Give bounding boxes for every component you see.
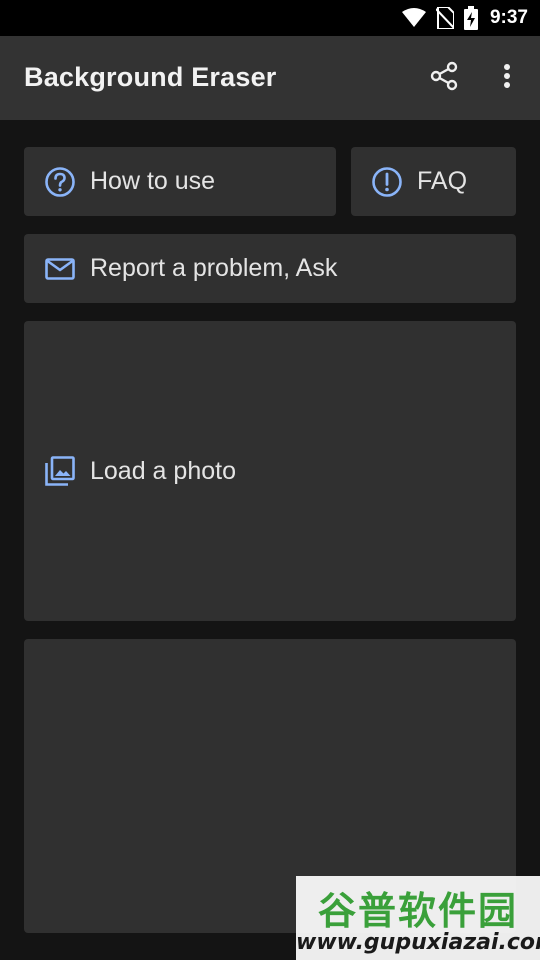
battery-charging-icon (463, 6, 478, 30)
share-icon (429, 61, 459, 96)
mail-icon (44, 253, 76, 285)
photo-library-icon (44, 455, 76, 487)
load-photo-button[interactable]: Load a photo (24, 321, 516, 621)
report-problem-label: Report a problem, Ask (90, 254, 338, 282)
watermark-url: www.gupuxiazai.com (296, 930, 540, 955)
help-circle-icon (44, 166, 76, 198)
faq-button[interactable]: FAQ (351, 147, 516, 216)
how-to-use-label: How to use (90, 167, 216, 195)
share-button[interactable] (426, 60, 462, 96)
load-photo-label: Load a photo (90, 456, 236, 485)
no-sim-icon (435, 7, 454, 29)
report-problem-button[interactable]: Report a problem, Ask (24, 234, 516, 303)
status-time: 9:37 (489, 7, 528, 28)
status-bar: 9:37 (0, 0, 540, 36)
watermark: 谷普软件园 www.gupuxiazai.com (296, 876, 540, 960)
wifi-icon (401, 8, 426, 28)
more-options-button[interactable] (490, 60, 524, 96)
watermark-title: 谷普软件园 (317, 889, 518, 933)
more-vert-icon (503, 63, 511, 94)
how-to-use-button[interactable]: How to use (24, 147, 336, 216)
app-title: Background Eraser (24, 62, 277, 92)
faq-label: FAQ (417, 167, 468, 195)
exclamation-circle-icon (371, 166, 403, 198)
app-bar: Background Eraser (0, 36, 540, 120)
